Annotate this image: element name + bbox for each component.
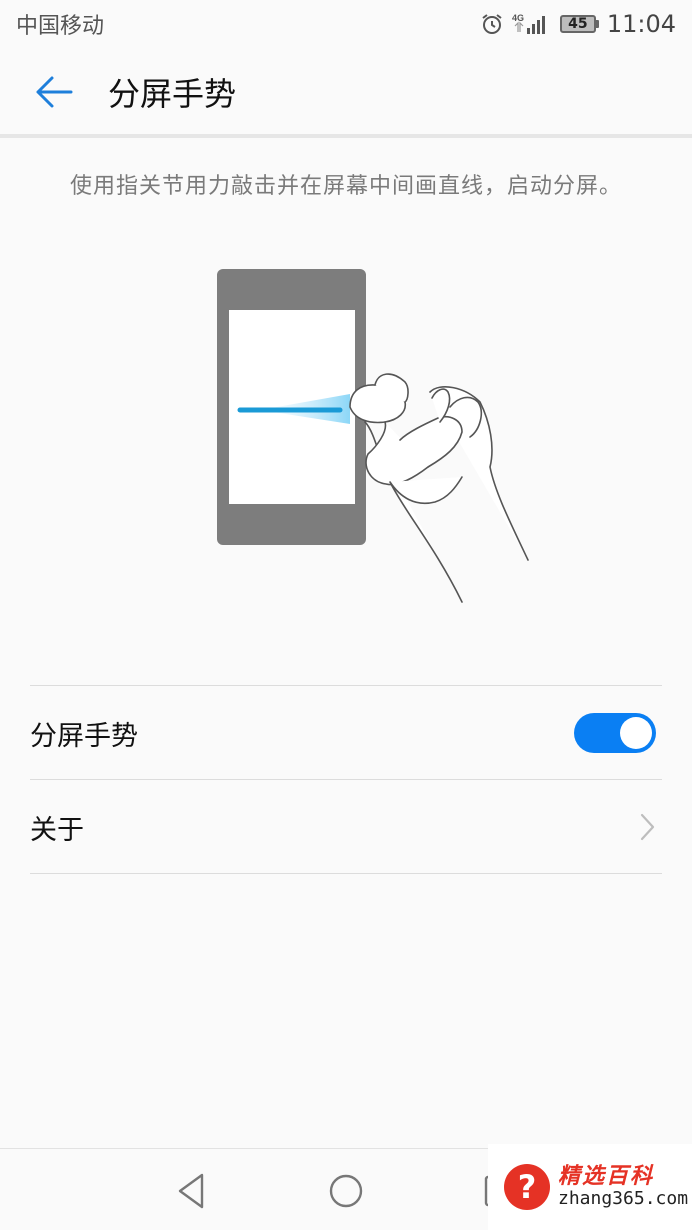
app-bar: 分屏手势 [0,48,692,136]
row-divider [30,779,662,780]
battery-icon: 45 [559,15,599,33]
toggle-knob [620,717,652,749]
split-screen-gesture-label: 分屏手势 [30,720,138,752]
watermark-text: 精选百科 zhang365.com [558,1164,689,1210]
watermark: ? 精选百科 zhang365.com [488,1144,692,1230]
watermark-brand: 精选百科 [558,1164,655,1189]
back-triangle-icon [178,1173,204,1209]
watermark-url: zhang365.com [558,1188,689,1210]
gesture-illustration [200,262,540,612]
app-bar-divider [0,134,692,138]
page-title: 分屏手势 [108,75,237,113]
nav-home-button[interactable] [322,1167,370,1215]
battery-level: 45 [559,15,596,33]
status-bar: 中国移动 4G 45 11:04 [0,0,692,48]
clock: 11:04 [606,10,676,38]
carrier-name: 中国移动 [16,14,105,39]
about-row[interactable]: 关于 [30,781,662,873]
back-arrow-icon [36,76,73,108]
alarm-icon [480,12,504,36]
watermark-question-icon: ? [504,1164,550,1210]
hand-illustration [349,373,529,603]
gesture-description: 使用指关节用力敲击并在屏幕中间画直线，启动分屏。 [69,174,622,199]
chevron-right-icon [640,813,655,841]
nav-back-button[interactable] [168,1167,216,1215]
split-screen-gesture-row[interactable]: 分屏手势 [30,687,662,779]
row-divider [30,685,662,686]
network-type-label: 4G [512,13,524,23]
split-screen-gesture-toggle[interactable] [574,713,656,753]
status-icons: 4G 45 11:04 [480,10,676,38]
signal-icon: 4G [512,12,552,36]
about-label: 关于 [30,814,84,846]
row-divider [30,873,662,874]
back-button[interactable] [26,64,82,120]
home-circle-icon [329,1174,363,1208]
